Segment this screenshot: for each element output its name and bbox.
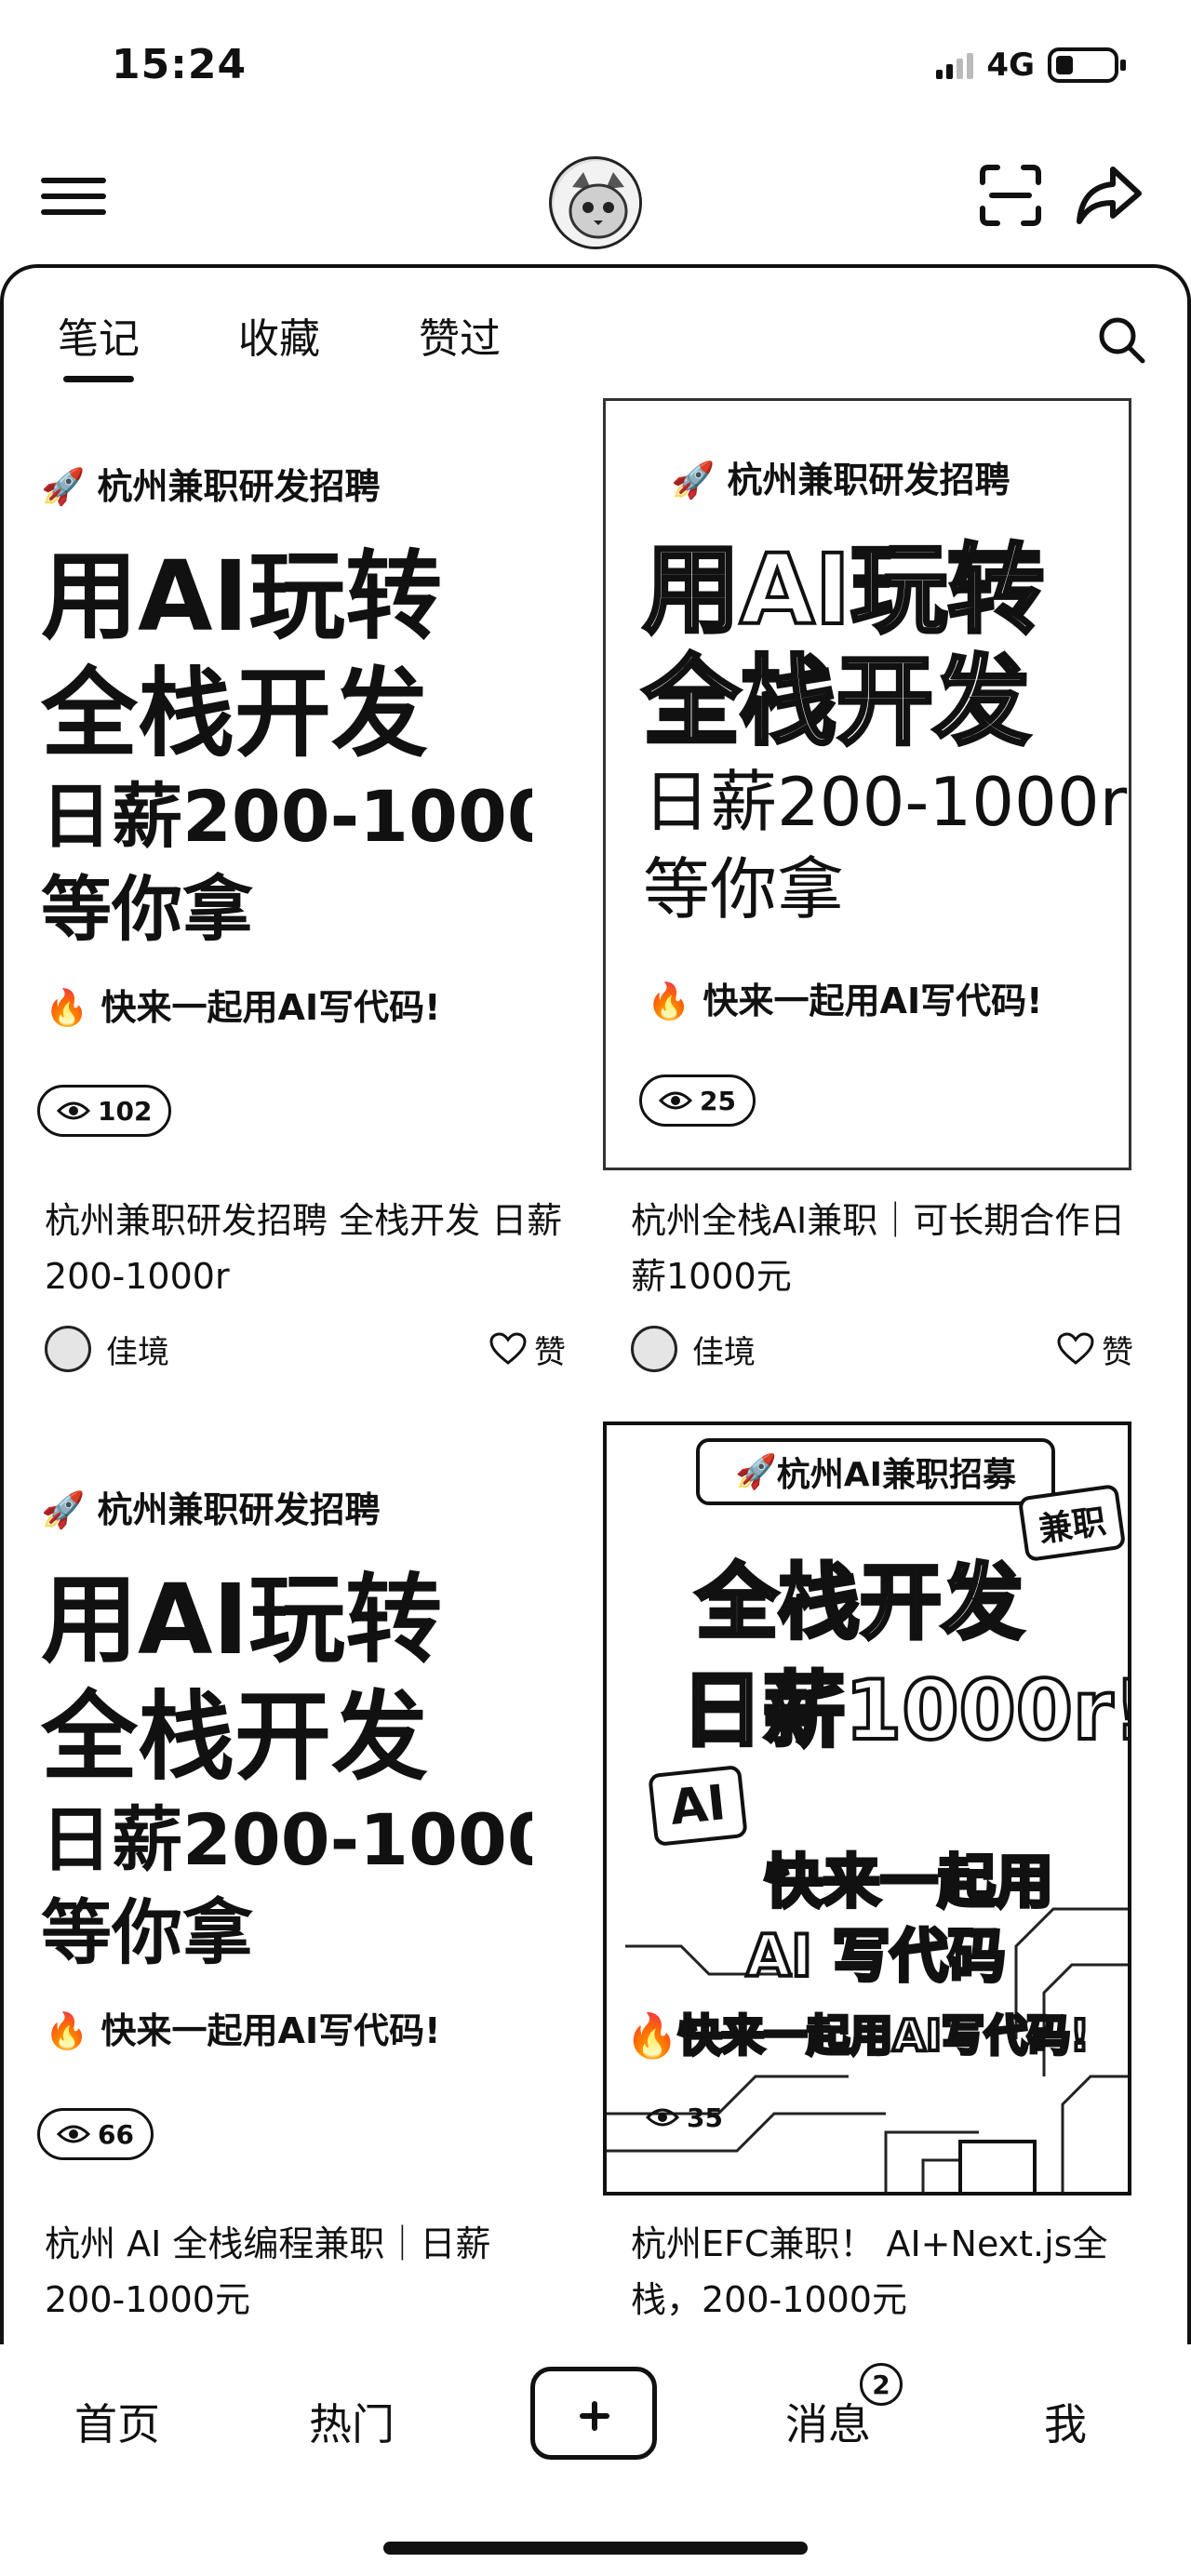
heart-icon (489, 1332, 527, 1365)
post-button[interactable] (530, 2367, 657, 2460)
tab-collections[interactable]: 收藏 (238, 305, 320, 365)
cover-line: 日薪1000r! (679, 1661, 1131, 1760)
cover-line: 日薪200-1000r (643, 763, 1128, 841)
note-meta: 佳境 赞 (631, 1321, 1133, 1377)
nav-home[interactable]: 首页 (74, 2391, 160, 2452)
scan-icon[interactable] (977, 162, 1044, 229)
view-count: 66 (98, 2118, 134, 2150)
cover-cta: 🔥 快来一起用AI写代码! (45, 987, 441, 1028)
cover-line: 等你拿 (41, 868, 253, 951)
home-indicator (383, 2542, 808, 2555)
like-button[interactable]: 赞 (489, 1327, 566, 1372)
cover-line: 快来一起用 (763, 1846, 1055, 1917)
cover-line: 全栈开发 (694, 1553, 1025, 1652)
cover-line: 全栈开发 (641, 643, 1032, 760)
cover-kicker: 🚀 杭州AI兼职招募 (696, 1438, 1055, 1505)
cover-line: 等你拿 (41, 1891, 253, 1974)
author-avatar[interactable] (45, 1326, 91, 1372)
cover-line: 全栈开发 (41, 1680, 429, 1794)
cover-line: 等你拿 (643, 850, 845, 928)
view-count-badge: 66 (37, 2108, 154, 2160)
cover-cta: 🔥 快来一起用AI写代码! (45, 2010, 441, 2051)
cover-cta: 🔥快来一起用AI写代码! (623, 2009, 1091, 2062)
view-count: 25 (700, 1085, 736, 1116)
view-count: 102 (98, 1095, 153, 1127)
cover-tag: 兼职 (1017, 1483, 1127, 1563)
cover-kicker: 🚀 杭州兼职研发招聘 (41, 466, 381, 507)
eye-icon (57, 1101, 90, 1120)
note-title[interactable]: 杭州全栈AI兼职｜可长期合作日薪1000元 (631, 1193, 1152, 1304)
author-name[interactable]: 佳境 (692, 1327, 756, 1372)
notes-panel: 笔记 收藏 赞过 🚀 杭州兼职研发招聘 用AI玩转 全栈开发 日薪200-100… (0, 264, 1191, 2367)
note-title[interactable]: 杭州EFC兼职！ AI+Next.js全栈，200-1000元 (631, 2216, 1152, 2328)
signal-icon (936, 51, 974, 79)
network-type: 4G (986, 47, 1035, 84)
note-title[interactable]: 杭州兼职研发招聘 全栈开发 日薪 200-1000r (45, 1193, 566, 1304)
search-icon[interactable] (1096, 314, 1146, 365)
cover-line: 日薪200-1000r (41, 1798, 532, 1881)
cover-kicker: 🚀 杭州兼职研发招聘 (671, 460, 1010, 501)
cover-line: 全栈开发 (41, 657, 429, 770)
like-label: 赞 (1102, 1333, 1133, 1371)
view-count-badge: 35 (629, 2091, 740, 2143)
note-cover[interactable]: 🚀 杭州AI兼职招募 兼职 全栈开发 日薪1000r! AI 快来一起用 AI … (603, 1421, 1131, 2196)
messages-badge: 2 (860, 2363, 903, 2406)
cover-line: AI 写代码 (744, 1920, 1008, 1992)
status-indicators: 4G (936, 47, 1126, 84)
nav-hot[interactable]: 热门 (309, 2391, 395, 2452)
profile-tabs: 笔记 收藏 赞过 (4, 305, 1187, 398)
author-avatar[interactable] (631, 1326, 677, 1372)
view-count: 35 (687, 2102, 723, 2133)
note-cover[interactable]: 🚀 杭州兼职研发招聘 用AI玩转 全栈开发 日薪200-1000r 等你拿 🔥 … (603, 398, 1131, 1170)
profile-avatar[interactable] (549, 156, 642, 249)
view-count-badge: 25 (639, 1074, 756, 1127)
status-time: 15:24 (112, 41, 248, 88)
author-name[interactable]: 佳境 (106, 1327, 169, 1372)
tab-notes[interactable]: 笔记 (58, 305, 140, 382)
cover-kicker: 🚀 杭州兼职研发招聘 (41, 1489, 381, 1530)
like-label: 赞 (534, 1333, 566, 1371)
note-meta: 佳境 赞 (45, 1321, 566, 1377)
share-icon[interactable] (1072, 158, 1146, 233)
profile-header (0, 140, 1191, 270)
tab-liked[interactable]: 赞过 (419, 305, 501, 365)
eye-icon (646, 2108, 679, 2127)
like-button[interactable]: 赞 (1057, 1327, 1133, 1372)
nav-me[interactable]: 我 (1044, 2391, 1087, 2452)
bottom-nav: 首页 热门 消息 2 我 (0, 2344, 1191, 2576)
note-cover[interactable]: 🚀 杭州兼职研发招聘 用AI玩转 全栈开发 日薪200-1000r 等你拿 🔥 … (4, 1414, 532, 2196)
battery-icon (1048, 47, 1126, 83)
cover-line: 日薪200-1000r (41, 775, 532, 858)
cover-ai-tag: AI (648, 1764, 748, 1848)
note-cover[interactable]: 🚀 杭州兼职研发招聘 用AI玩转 全栈开发 日薪200-1000r 等你拿 🔥 … (4, 391, 532, 1172)
note-title[interactable]: 杭州 AI 全栈编程兼职｜日薪 200-1000元 (45, 2216, 566, 2328)
heart-icon (1057, 1332, 1094, 1365)
eye-icon (659, 1091, 692, 1110)
eye-icon (57, 2125, 90, 2143)
view-count-badge: 102 (37, 1085, 172, 1137)
nav-messages[interactable]: 消息 (785, 2391, 871, 2452)
menu-icon[interactable] (41, 164, 106, 229)
status-bar: 15:24 4G (0, 0, 1191, 140)
cover-cta: 🔥 快来一起用AI写代码! (647, 981, 1043, 1021)
